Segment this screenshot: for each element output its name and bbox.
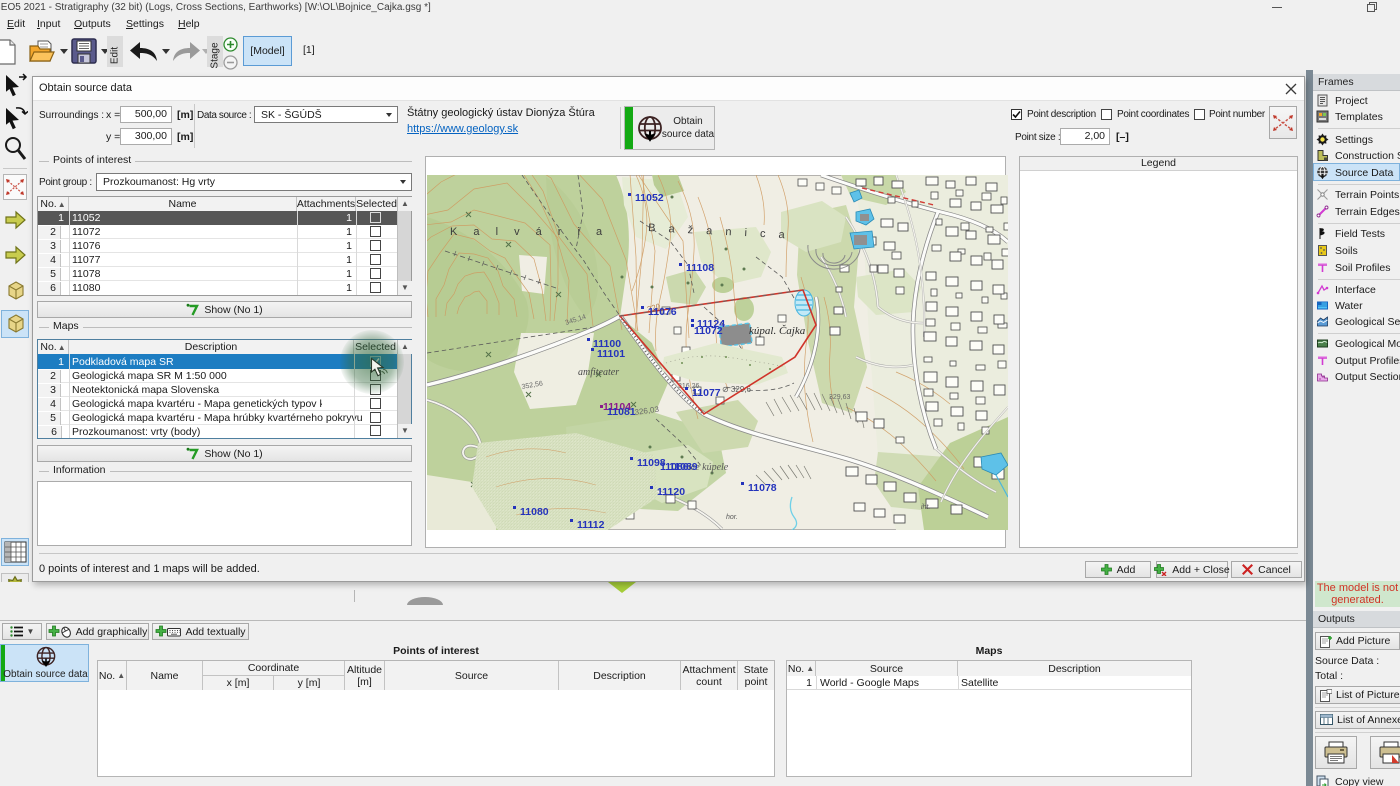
svg-text:11076: 11076 [648, 306, 677, 318]
svg-text:amfiteater: amfiteater [578, 367, 619, 378]
svg-text:11080: 11080 [520, 506, 549, 518]
svg-text:iht.: iht. [921, 504, 930, 511]
svg-text:11072: 11072 [694, 325, 723, 337]
svg-text:K a l v á r i a: K a l v á r i a [450, 226, 609, 238]
svg-text:hor.: hor. [726, 514, 738, 521]
svg-text:11120: 11120 [657, 486, 685, 498]
svg-text:11112: 11112 [577, 519, 605, 531]
svg-text:11077: 11077 [692, 387, 721, 399]
svg-text:11089: 11089 [669, 461, 698, 473]
svg-text:kúpal. Čajka: kúpal. Čajka [749, 325, 806, 337]
svg-text:11078: 11078 [748, 482, 777, 494]
svg-text:11081: 11081 [607, 406, 636, 418]
svg-text:11108: 11108 [686, 262, 714, 274]
svg-text:11052: 11052 [635, 192, 664, 204]
svg-text:11101: 11101 [597, 348, 625, 360]
svg-text:329,63: 329,63 [829, 394, 851, 401]
